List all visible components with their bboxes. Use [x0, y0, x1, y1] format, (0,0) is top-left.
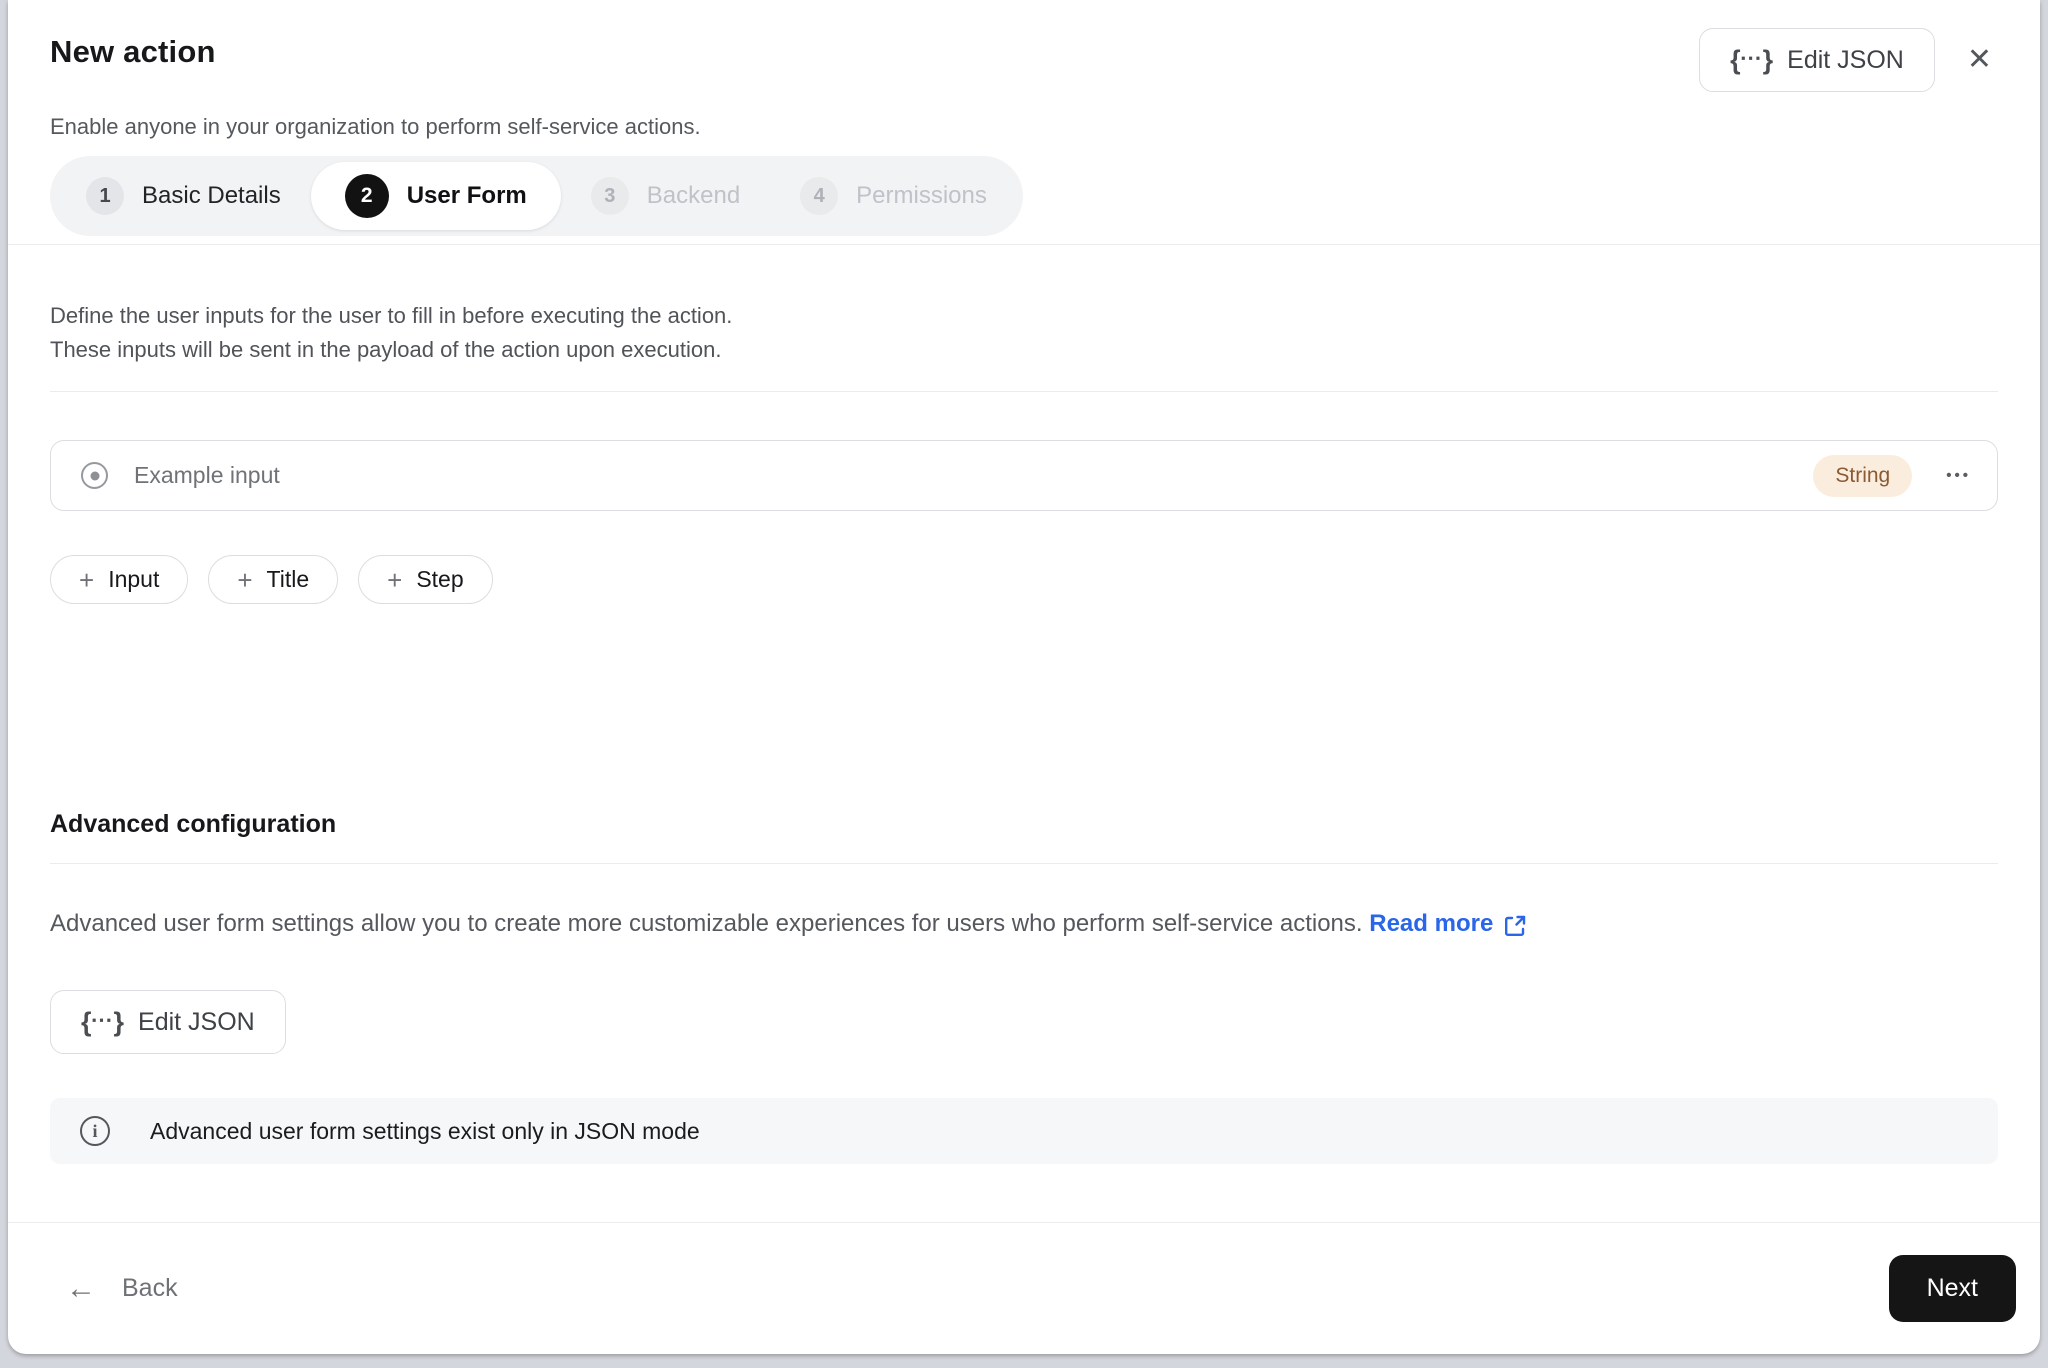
step-label: User Form — [406, 182, 527, 209]
step-number: 1 — [86, 177, 124, 215]
form-description-line2: These inputs will be sent in the payload… — [50, 337, 722, 362]
info-icon: i — [80, 1116, 110, 1146]
step-permissions[interactable]: 4 Permissions — [770, 165, 1017, 227]
section-divider — [50, 391, 1998, 392]
step-user-form[interactable]: 2 User Form — [310, 162, 561, 230]
close-icon[interactable]: ✕ — [1961, 39, 1998, 81]
read-more-link[interactable]: Read more — [1369, 906, 1527, 942]
step-number: 2 — [344, 174, 389, 218]
add-title-button[interactable]: + Title — [208, 555, 339, 604]
page-title: New action — [50, 34, 216, 69]
stepper: 1 Basic Details 2 User Form 3 Backend 4 … — [50, 156, 1023, 236]
braces-icon: {⋯} — [1730, 44, 1773, 75]
row-menu-icon[interactable]: ••• — [1946, 467, 1971, 484]
section-divider — [50, 863, 1998, 864]
edit-json-button-advanced[interactable]: {⋯} Edit JSON — [50, 990, 286, 1054]
plus-icon: + — [79, 564, 95, 595]
step-label: Basic Details — [142, 182, 281, 209]
modal-header: New action {⋯} Edit JSON ✕ Enable anyone… — [8, 0, 2040, 245]
external-link-icon — [1505, 915, 1526, 936]
form-description-line1: Define the user inputs for the user to f… — [50, 303, 733, 328]
info-banner: i Advanced user form settings exist only… — [50, 1098, 1998, 1164]
step-label: Permissions — [856, 182, 987, 209]
radio-icon — [81, 462, 108, 489]
step-label: Backend — [646, 182, 741, 209]
info-banner-text: Advanced user form settings exist only i… — [150, 1117, 700, 1144]
plus-icon: + — [387, 564, 403, 595]
back-arrow-icon: ← — [66, 1271, 96, 1305]
edit-json-label: Edit JSON — [1787, 45, 1904, 74]
braces-icon: {⋯} — [81, 1006, 124, 1037]
step-backend[interactable]: 3 Backend — [561, 165, 770, 227]
back-label: Back — [122, 1274, 178, 1302]
edit-json-button-header[interactable]: {⋯} Edit JSON — [1699, 28, 1935, 92]
modal-body: Define the user inputs for the user to f… — [8, 245, 2040, 1222]
step-number: 3 — [590, 177, 629, 215]
back-button[interactable]: ← Back — [66, 1271, 178, 1305]
form-input-row[interactable]: Example input String ••• — [50, 440, 1998, 511]
step-basic-details[interactable]: 1 Basic Details — [56, 165, 311, 227]
next-button[interactable]: Next — [1888, 1255, 2016, 1322]
add-buttons-row: + Input + Title + Step — [50, 555, 1998, 604]
modal-subtitle: Enable anyone in your organization to pe… — [50, 114, 701, 139]
form-description: Define the user inputs for the user to f… — [50, 299, 1998, 367]
new-action-modal: New action {⋯} Edit JSON ✕ Enable anyone… — [8, 0, 2040, 1354]
add-input-label: Input — [108, 566, 160, 592]
advanced-configuration-heading: Advanced configuration — [50, 810, 337, 838]
edit-json-label: Edit JSON — [138, 1007, 255, 1036]
advanced-description: Advanced user form settings allow you to… — [50, 906, 1998, 942]
step-number: 4 — [800, 177, 839, 215]
advanced-description-text: Advanced user form settings allow you to… — [50, 910, 1363, 937]
plus-icon: + — [237, 564, 253, 595]
add-step-label: Step — [416, 566, 464, 592]
modal-footer: ← Back Next — [8, 1222, 2040, 1354]
input-row-label: Example input — [134, 462, 280, 488]
type-badge: String — [1813, 454, 1913, 497]
add-step-button[interactable]: + Step — [358, 555, 493, 604]
add-input-button[interactable]: + Input — [50, 555, 189, 604]
add-title-label: Title — [266, 566, 310, 592]
read-more-label: Read more — [1369, 910, 1494, 937]
